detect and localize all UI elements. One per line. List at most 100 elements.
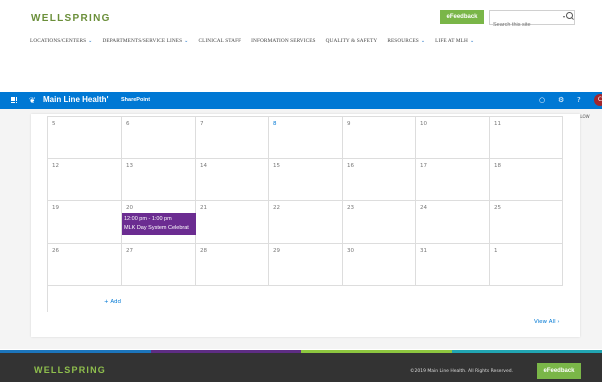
day-number: 13 xyxy=(126,163,133,169)
day-number: 10 xyxy=(420,121,427,127)
nav-item-label: RESOURCES xyxy=(387,38,419,44)
chevron-down-icon: ⌄ xyxy=(184,39,189,44)
calendar-day-cell[interactable]: 13 xyxy=(122,159,196,201)
day-number: 11 xyxy=(494,121,501,127)
calendar-day-cell[interactable]: 20 12:00 pm - 1:00 pm MLK Day System Celeb… xyxy=(122,201,196,244)
calendar-day-cell[interactable]: 1 xyxy=(490,244,563,286)
site-header: WELLSPRING eFeedback ▾ LOCATIONS/CENTERS… xyxy=(0,0,602,90)
calendar-day-cell[interactable]: 26 xyxy=(48,244,122,286)
calendar-day-cell[interactable]: 6 xyxy=(122,117,196,159)
nav-item-label: LIFE AT MLH xyxy=(435,38,468,44)
search-box: ▾ xyxy=(489,10,575,31)
nav-item-label: QUALITY & SAFETY xyxy=(325,38,378,44)
sharepoint-link[interactable]: SharePoint xyxy=(121,97,150,103)
calendar-day-cell[interactable]: 25 xyxy=(490,201,563,244)
day-number: 29 xyxy=(273,248,280,254)
calendar-day-cell[interactable]: 12 xyxy=(48,159,122,201)
nav-item-4[interactable]: QUALITY & SAFETY xyxy=(326,38,378,44)
calendar-day-cell[interactable]: 28 xyxy=(196,244,269,286)
calendar-day-cell[interactable]: 5 xyxy=(48,117,122,159)
calendar-day-cell[interactable]: 8 xyxy=(269,117,343,159)
day-number: 31 xyxy=(420,248,427,254)
calendar-day-cell[interactable]: 23 xyxy=(343,201,416,244)
search-scope-dropdown[interactable]: ▾ xyxy=(563,14,565,19)
calendar-day-cell[interactable]: 15 xyxy=(269,159,343,201)
day-number: 17 xyxy=(420,163,427,169)
view-all-link[interactable]: View All › xyxy=(534,319,560,325)
chevron-down-icon: ⌄ xyxy=(88,39,93,44)
add-event-link[interactable]: + Add xyxy=(104,299,121,305)
notifications-icon[interactable]: ○ xyxy=(539,96,545,104)
user-avatar[interactable]: C xyxy=(594,94,602,106)
footer-efeedback-button[interactable]: eFeedback xyxy=(537,363,581,379)
day-number: 24 xyxy=(420,205,427,211)
day-number: 6 xyxy=(126,121,130,127)
nav-item-label: INFORMATION SERVICES xyxy=(251,38,316,44)
calendar-grid: 5 6 7 8 9 10 11 12 13 14 15 16 17 18 19 20 12:00 pm - 1:… xyxy=(47,116,563,312)
calendar-day-cell[interactable]: 22 xyxy=(269,201,343,244)
day-number: 20 xyxy=(126,205,133,211)
day-number: 5 xyxy=(52,121,56,127)
calendar-day-cell[interactable]: 7 xyxy=(196,117,269,159)
search-icon[interactable] xyxy=(566,12,573,19)
nav-item-label: LOCATIONS/CENTERS xyxy=(30,38,87,44)
day-number: 1 xyxy=(494,248,498,254)
event-time: 12:00 pm - 1:00 pm xyxy=(124,216,172,222)
calendar-day-cell[interactable]: 10 xyxy=(416,117,490,159)
day-number: 8 xyxy=(273,121,277,127)
calendar-day-cell[interactable]: 29 xyxy=(269,244,343,286)
copyright-text: ©2019 Main Line Health. All Rights Reser… xyxy=(410,369,514,374)
calendar-day-cell[interactable]: 19 xyxy=(48,201,122,244)
search-input[interactable] xyxy=(493,19,555,31)
main-navigation: LOCATIONS/CENTERS ⌄ DEPARTMENTS/SERVICE LI… xyxy=(30,36,474,46)
site-logo[interactable]: WELLSPRING xyxy=(31,13,111,24)
efeedback-button[interactable]: eFeedback xyxy=(440,10,484,24)
calendar-day-cell[interactable]: 31 xyxy=(416,244,490,286)
nav-item-label: DEPARTMENTS/SERVICE LINES xyxy=(102,38,183,44)
site-footer: WELLSPRING ©2019 Main Line Health. All R… xyxy=(0,353,602,382)
day-number: 28 xyxy=(200,248,207,254)
help-icon[interactable]: ? xyxy=(577,96,581,104)
nav-item-1[interactable]: DEPARTMENTS/SERVICE LINES ⌄ xyxy=(102,38,188,44)
suite-bar: ❦ Main Line Health' SharePoint ○ ⚙ ? C xyxy=(0,92,602,109)
nav-item-label: CLINICAL STAFF xyxy=(198,38,242,44)
day-number: 7 xyxy=(200,121,204,127)
day-number: 16 xyxy=(347,163,354,169)
app-launcher-icon[interactable] xyxy=(11,97,18,104)
nav-item-3[interactable]: INFORMATION SERVICES xyxy=(251,38,315,44)
chevron-right-icon: › xyxy=(557,319,560,325)
day-number: 26 xyxy=(52,248,59,254)
day-number: 30 xyxy=(347,248,354,254)
day-number: 15 xyxy=(273,163,280,169)
footer-logo[interactable]: WELLSPRING xyxy=(34,365,106,375)
calendar-day-cell[interactable]: 18 xyxy=(490,159,563,201)
view-all-label: View All xyxy=(534,319,556,325)
calendar-day-cell[interactable]: 27 xyxy=(122,244,196,286)
day-number: 19 xyxy=(52,205,59,211)
day-number: 9 xyxy=(347,121,351,127)
calendar-day-cell[interactable]: 11 xyxy=(490,117,563,159)
calendar-day-cell[interactable]: 17 xyxy=(416,159,490,201)
calendar-day-cell[interactable]: 9 xyxy=(343,117,416,159)
day-number: 21 xyxy=(200,205,207,211)
day-number: 23 xyxy=(347,205,354,211)
nav-item-5[interactable]: RESOURCES ⌄ xyxy=(387,38,425,44)
day-number: 25 xyxy=(494,205,501,211)
day-number: 22 xyxy=(273,205,280,211)
calendar-event[interactable]: 12:00 pm - 1:00 pm MLK Day System Celebra… xyxy=(122,213,196,235)
calendar-day-cell[interactable]: 16 xyxy=(343,159,416,201)
chevron-down-icon: ⌄ xyxy=(469,39,475,44)
main-line-health-logo-icon: ❦ xyxy=(29,96,36,105)
calendar-day-cell[interactable]: 14 xyxy=(196,159,269,201)
nav-item-2[interactable]: CLINICAL STAFF xyxy=(198,38,241,44)
calendar-day-cell[interactable]: 21 xyxy=(196,201,269,244)
calendar-day-cell[interactable]: 30 xyxy=(343,244,416,286)
day-number: 27 xyxy=(126,248,133,254)
settings-gear-icon[interactable]: ⚙ xyxy=(558,96,564,104)
nav-item-0[interactable]: LOCATIONS/CENTERS ⌄ xyxy=(30,38,92,44)
day-number: 14 xyxy=(200,163,207,169)
nav-item-6[interactable]: LIFE AT MLH ⌄ xyxy=(435,38,474,44)
calendar-day-cell[interactable]: 24 xyxy=(416,201,490,244)
brand-name[interactable]: Main Line Health' xyxy=(43,95,108,104)
day-number: 12 xyxy=(52,163,59,169)
